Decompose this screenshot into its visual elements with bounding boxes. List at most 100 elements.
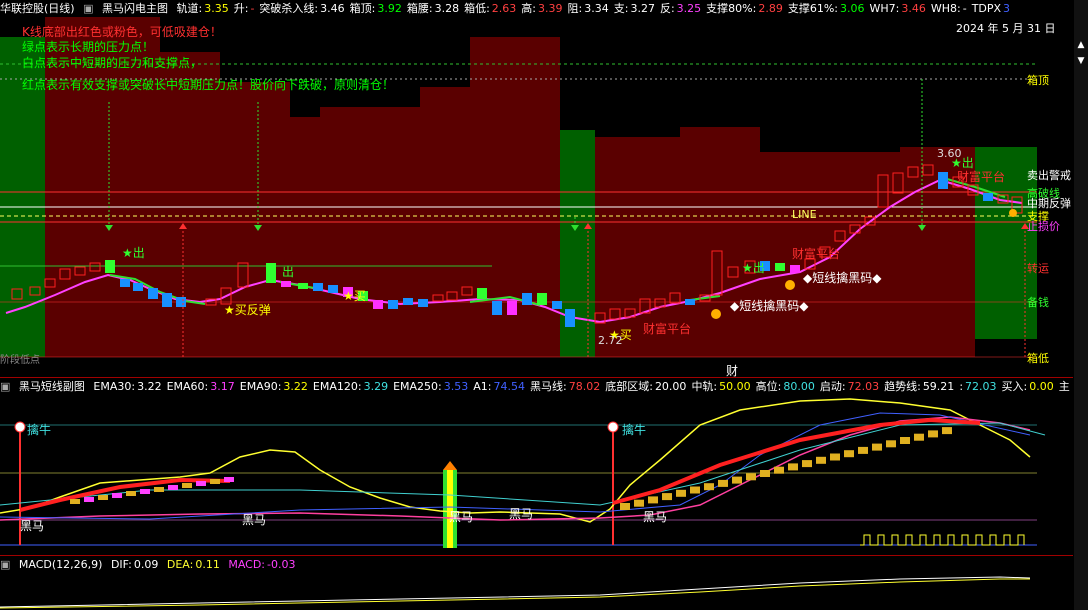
macd-header: ▣ MACD(12,26,9) DIF: 0.09 DEA: 0.11 MACD: -… bbox=[0, 555, 1073, 573]
sub-block bbox=[168, 485, 178, 490]
candle bbox=[120, 279, 130, 287]
hold-signal-1: ◆短线擒黑码◆ bbox=[803, 271, 882, 285]
note-3: 白点表示中短期的压力和支撑点， bbox=[22, 56, 203, 70]
main-item-label-13: WH8: bbox=[930, 2, 961, 15]
candle bbox=[565, 309, 575, 327]
main-item-label-2: 突破杀入线: bbox=[259, 2, 319, 15]
candle bbox=[403, 298, 413, 305]
candle bbox=[552, 301, 562, 309]
dea-label: DEA: bbox=[166, 558, 194, 571]
line-label: LINE bbox=[792, 208, 817, 221]
label-stop: 止损价 bbox=[1027, 220, 1060, 233]
main-chart-header: 华联控股(日线) ▣ 黑马闪电主图 轨道: 3.35 升: - 突破杀入线: 3.46 箱顶… bbox=[0, 0, 1073, 17]
candle bbox=[105, 260, 115, 273]
sub-indicator-chart[interactable]: 擒牛 擒牛 黑马 黑马 黑马 黑马 黑马 bbox=[0, 395, 1073, 553]
signal-buy-1: ★买反弹 bbox=[224, 303, 271, 317]
main-price-chart[interactable]: K线底部出红色或粉色，可低吸建仓！ 绿点表示长期的压力点！ 白点表示中短期的压力… bbox=[0, 17, 1073, 378]
candle bbox=[373, 300, 383, 309]
main-item-label-7: 阻: bbox=[567, 2, 583, 15]
sub-item-value-8: 50.00 bbox=[719, 380, 751, 393]
sub-block bbox=[830, 453, 840, 461]
candle bbox=[507, 301, 517, 315]
sub-item-value-1: 3.17 bbox=[210, 380, 235, 393]
candle bbox=[983, 193, 993, 201]
main-item-label-11: 支撑61%: bbox=[787, 2, 838, 15]
sub-item-label-7: 底部区域: bbox=[605, 380, 653, 393]
sub-block bbox=[140, 489, 150, 494]
macd-title[interactable]: MACD(12,26,9) bbox=[19, 558, 103, 571]
sub-item-label-2: EMA90: bbox=[239, 380, 282, 393]
sub-item-label-14: 主 bbox=[1058, 380, 1070, 393]
platform-1: 财富平台 bbox=[643, 322, 692, 336]
dif-label: DIF: bbox=[110, 558, 132, 571]
sub-block bbox=[224, 477, 234, 482]
sub-block bbox=[182, 483, 192, 488]
sub-item-label-4: EMA250: bbox=[393, 380, 442, 393]
main-item-value-14: 3 bbox=[1003, 2, 1011, 15]
main-item-label-1: 升: bbox=[233, 2, 249, 15]
sub-block bbox=[98, 495, 108, 500]
sub-chart-header: ▣ 黑马短线副图 EMA30: 3.22 EMA60: 3.17 EMA90: 3.22 E… bbox=[0, 377, 1073, 395]
candle bbox=[162, 293, 172, 307]
sub-item-value-13: 0.00 bbox=[1029, 380, 1054, 393]
dropdown-icon[interactable]: ▣ bbox=[0, 380, 10, 393]
main-item-label-12: WH7: bbox=[869, 2, 900, 15]
main-item-value-13: - bbox=[962, 2, 967, 15]
dropdown-icon[interactable]: ▣ bbox=[0, 558, 10, 571]
sub-item-value-0: 3.22 bbox=[137, 380, 162, 393]
main-item-label-5: 箱低: bbox=[464, 2, 490, 15]
signal-out-1: ★出 bbox=[122, 246, 145, 260]
sub-item-label-13: 买入: bbox=[1001, 380, 1028, 393]
catch-bull-2: 擒牛 bbox=[622, 423, 647, 437]
sub-item-value-2: 3.22 bbox=[283, 380, 308, 393]
main-item-value-5: 2.63 bbox=[491, 2, 517, 15]
dropdown-icon[interactable]: ▣ bbox=[83, 2, 93, 15]
sub-item-label-9: 高位: bbox=[755, 380, 782, 393]
dark-horse-5: 黑马 bbox=[643, 510, 668, 524]
signal-out-2: 出 bbox=[282, 265, 295, 279]
sub-block bbox=[760, 470, 770, 477]
dea-value: 0.11 bbox=[195, 558, 220, 571]
dif-value: 0.09 bbox=[133, 558, 159, 571]
sub-block bbox=[788, 463, 798, 471]
sub-block bbox=[690, 486, 700, 494]
dark-horse-1: 黑马 bbox=[20, 519, 45, 533]
indicator-name[interactable]: 黑马闪电主图 bbox=[102, 2, 168, 15]
sub-block bbox=[210, 479, 220, 484]
sub-block bbox=[634, 499, 644, 507]
sub-block bbox=[718, 479, 728, 487]
sub-block bbox=[816, 456, 826, 464]
scroll-up-icon[interactable]: ▲ bbox=[1076, 40, 1086, 50]
vertical-scrollbar[interactable]: ▲ ▼ bbox=[1074, 0, 1088, 610]
dark-horse-2: 黑马 bbox=[242, 513, 267, 527]
candle bbox=[313, 283, 323, 291]
stock-title[interactable]: 华联控股(日线) bbox=[0, 2, 75, 15]
candle bbox=[938, 172, 948, 189]
sub-block bbox=[886, 440, 896, 448]
main-item-value-12: 3.46 bbox=[901, 2, 926, 15]
sub-block bbox=[928, 430, 938, 438]
candle bbox=[790, 265, 800, 273]
candle bbox=[148, 288, 158, 299]
sub-item-label-6: 黑马线: bbox=[530, 380, 567, 393]
sub-item-value-10: 72.03 bbox=[847, 380, 880, 393]
sub-indicator-title[interactable]: 黑马短线副图 bbox=[19, 380, 85, 393]
candle bbox=[418, 299, 428, 307]
scroll-down-icon[interactable]: ▼ bbox=[1076, 56, 1086, 66]
sub-item-label-0: EMA30: bbox=[93, 380, 136, 393]
macd-chart[interactable] bbox=[0, 573, 1073, 610]
label-rally: 转运 bbox=[1027, 262, 1049, 275]
sub-item-value-11: 59.21 bbox=[922, 380, 955, 393]
candle bbox=[133, 283, 143, 291]
dark-horse-3: 黑马 bbox=[449, 510, 474, 524]
candle bbox=[281, 281, 291, 287]
sub-item-label-10: 启动: bbox=[819, 380, 846, 393]
sub-block bbox=[732, 476, 742, 484]
main-item-label-9: 反: bbox=[659, 2, 675, 15]
sub-block bbox=[746, 473, 756, 481]
sub-item-label-1: EMA60: bbox=[166, 380, 209, 393]
candle bbox=[492, 301, 502, 315]
main-item-value-3: 3.92 bbox=[377, 2, 402, 15]
sub-item-label-12: : bbox=[959, 380, 964, 393]
label-prep: 备钱 bbox=[1027, 296, 1049, 309]
